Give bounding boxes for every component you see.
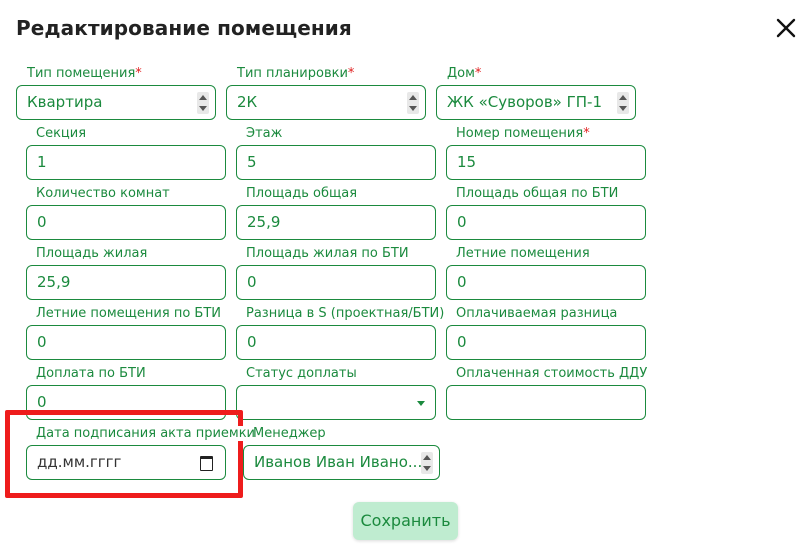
chevron-down-icon <box>417 401 425 406</box>
act-date-input[interactable]: дд.мм.гггг <box>26 445 226 480</box>
room-number-label: Номер помещения* <box>456 126 590 141</box>
rooms-count-label: Количество комнат <box>36 186 170 201</box>
living-area-bti-input[interactable]: 0 <box>236 265 436 300</box>
living-area-label: Площадь жилая <box>36 246 148 261</box>
paid-diff-label: Оплачиваемая разница <box>456 306 618 321</box>
act-date-placeholder: дд.мм.гггг <box>37 453 122 471</box>
layout-type-label: Тип планировки* <box>237 66 355 81</box>
updown-arrows-icon <box>617 92 629 114</box>
rooms-count-input[interactable]: 0 <box>26 205 226 240</box>
dialog-title: Редактирование помещения <box>16 16 352 40</box>
section-label: Секция <box>36 126 87 141</box>
updown-arrows-icon <box>197 92 209 114</box>
required-mark: * <box>474 66 482 81</box>
surcharge-status-label: Статус доплаты <box>246 366 357 381</box>
manager-label: Менеджер <box>253 426 326 441</box>
updown-arrows-icon <box>407 92 419 114</box>
house-value: ЖК «Суворов» ГП-1 <box>447 93 602 111</box>
room-type-select[interactable]: Квартира <box>16 85 216 120</box>
total-area-bti-input[interactable]: 0 <box>446 205 646 240</box>
layout-type-select[interactable]: 2К <box>226 85 426 120</box>
close-button[interactable] <box>772 14 800 42</box>
floor-input[interactable]: 5 <box>236 145 436 180</box>
diff-s-label: Разница в S (проектная/БТИ) <box>246 306 445 321</box>
total-area-input[interactable]: 25,9 <box>236 205 436 240</box>
floor-label: Этаж <box>246 126 283 141</box>
calendar-icon[interactable] <box>200 456 213 471</box>
section-input[interactable]: 1 <box>26 145 226 180</box>
summer-rooms-bti-input[interactable]: 0 <box>26 325 226 360</box>
act-date-label: Дата подписания акта приемки <box>36 426 257 441</box>
surcharge-bti-label: Доплата по БТИ <box>36 366 146 381</box>
required-mark: * <box>347 66 355 81</box>
summer-rooms-input[interactable]: 0 <box>446 265 646 300</box>
updown-arrows-icon <box>421 452 433 474</box>
required-mark: * <box>135 66 142 81</box>
summer-rooms-bti-label: Летние помещения по БТИ <box>36 306 221 321</box>
close-icon <box>776 18 796 38</box>
summer-rooms-label: Летние помещения <box>456 246 590 261</box>
house-label: Дом* <box>447 66 482 81</box>
manager-select[interactable]: Иванов Иван Ивано... <box>243 445 440 480</box>
manager-value: Иванов Иван Ивано... <box>254 453 423 471</box>
paid-diff-input[interactable]: 0 <box>446 325 646 360</box>
room-type-label: Тип помещения* <box>27 66 142 81</box>
surcharge-status-select[interactable] <box>236 385 436 420</box>
total-area-bti-label: Площадь общая по БТИ <box>456 186 619 201</box>
paid-ddu-cost-input[interactable] <box>446 385 646 420</box>
diff-s-input[interactable]: 0 <box>236 325 436 360</box>
required-mark: * <box>583 126 590 141</box>
room-number-input[interactable]: 15 <box>446 145 646 180</box>
room-type-value: Квартира <box>27 93 103 111</box>
total-area-label: Площадь общая <box>246 186 358 201</box>
living-area-input[interactable]: 25,9 <box>26 265 226 300</box>
save-button[interactable]: Сохранить <box>353 502 458 540</box>
house-select[interactable]: ЖК «Суворов» ГП-1 <box>436 85 636 120</box>
layout-type-value: 2К <box>237 93 258 111</box>
living-area-bti-label: Площадь жилая по БТИ <box>246 246 409 261</box>
paid-ddu-cost-label: Оплаченная стоимость ДДУ <box>456 366 648 381</box>
